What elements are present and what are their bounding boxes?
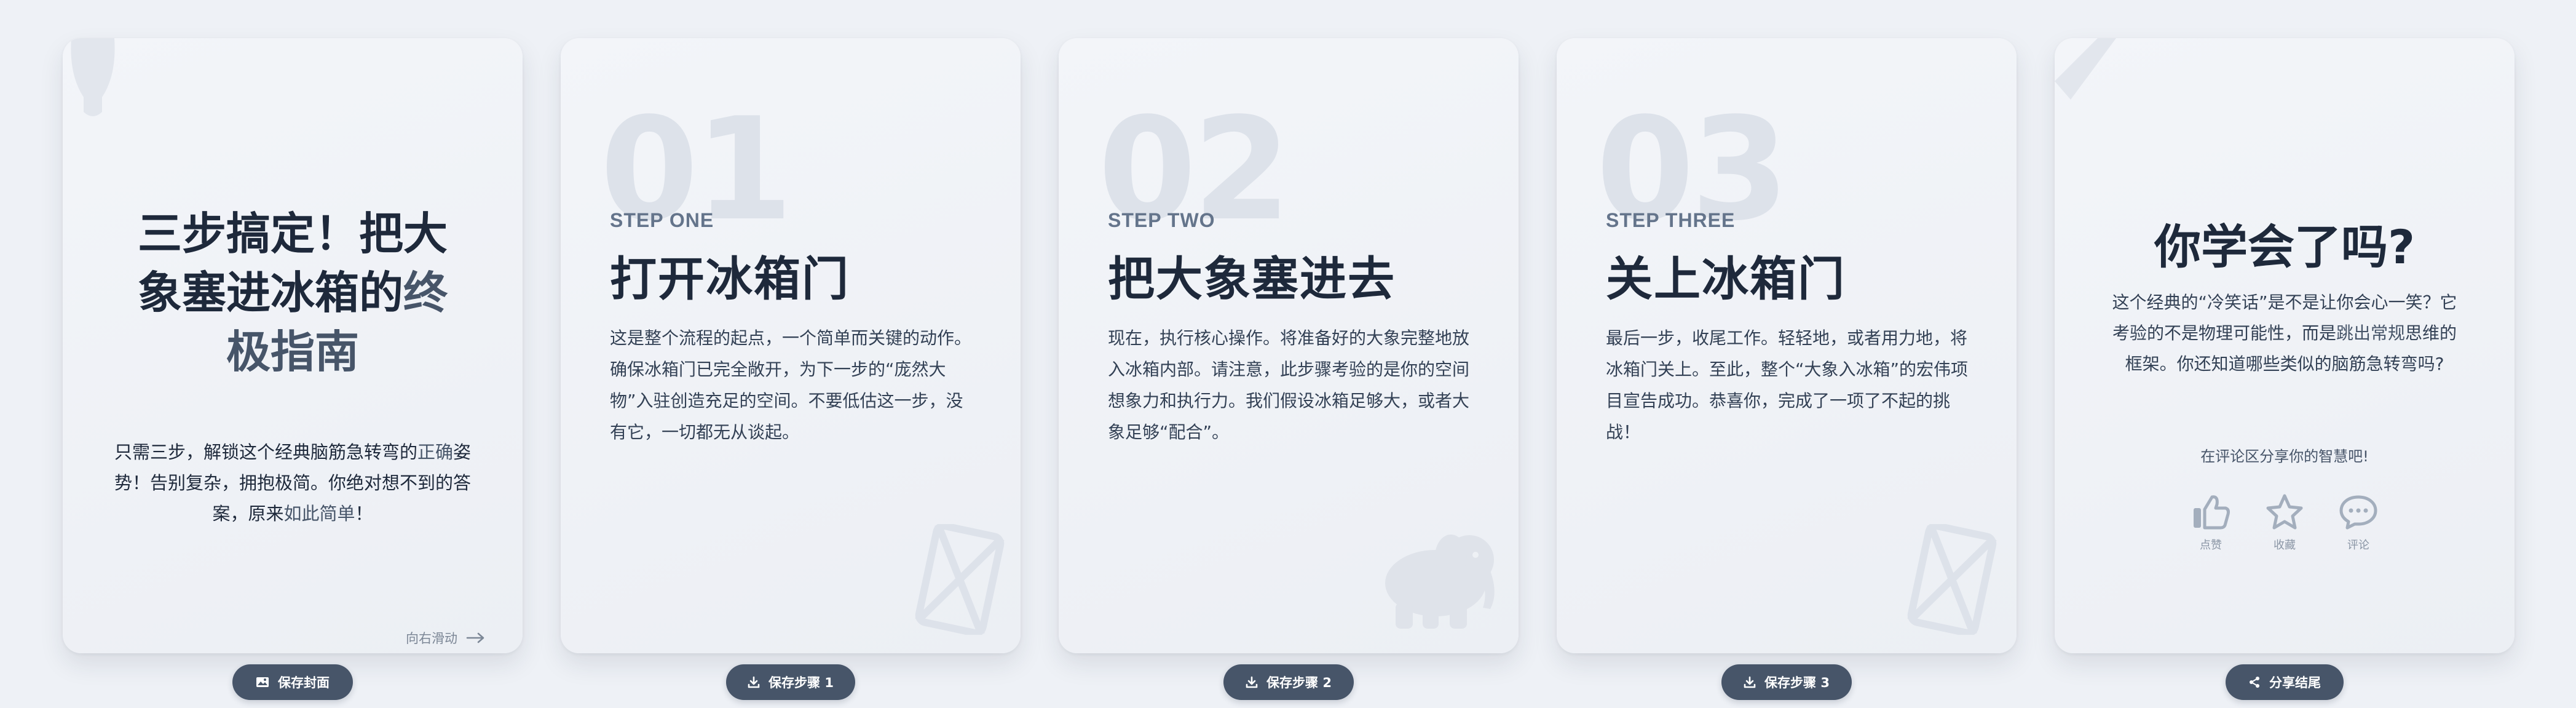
thumbs-up-icon (2194, 495, 2230, 530)
fridge-icon (915, 524, 1005, 635)
arrow-right-icon (466, 632, 484, 643)
step-label: STEP THREE (1606, 209, 1736, 231)
download-icon (1744, 676, 1756, 688)
save-step2-button[interactable]: 保存步骤 2 (1223, 664, 1354, 700)
step-description: 最后一步，收尾工作。轻轻地，或者用力地，将冰箱门关上。至此，整个“大象入冰箱”的… (1606, 328, 1969, 442)
fridge-icon (1907, 524, 1997, 635)
lightbulb-icon (71, 38, 115, 116)
comment-button[interactable]: 评论 (2339, 493, 2378, 552)
comment-icon (2339, 495, 2377, 530)
star-icon (2266, 494, 2303, 530)
step-title: 关上冰箱门 (1606, 252, 1846, 306)
save-step1-button[interactable]: 保存步骤 1 (726, 664, 855, 700)
step-description: 现在，执行核心操作。将准备好的大象完整地放入冰箱内部。请注意，此步骤考验的是你的… (1108, 328, 1470, 442)
favorite-label: 收藏 (2274, 539, 2296, 552)
swipe-hint: 向右滑动 (406, 629, 486, 647)
step-label: STEP ONE (610, 209, 714, 231)
pencil-icon (2055, 38, 2116, 100)
ending-description: 这个经典的“冷笑话”是不是让你会心一笑？它考验的不是物理可能性，而是跳出常规思维… (2112, 292, 2457, 374)
step-card-3: 03 STEP THREE 关上冰箱门 最后一步，收尾工作。轻轻地，或者用力地，… (1557, 38, 2017, 653)
cover-card: 三步搞定！把大 象塞进冰箱的终 极指南 只需三步，解锁这个经典脑筋急转弯的正确姿… (63, 38, 523, 653)
favorite-button[interactable]: 收藏 (2265, 493, 2304, 552)
cover-title: 三步搞定！把大 象塞进冰箱的终 极指南 (137, 208, 448, 378)
save-step3-label: 保存步骤 3 (1764, 675, 1830, 690)
comment-prompt: 在评论区分享你的智慧吧! (2200, 448, 2369, 465)
like-label: 点赞 (2200, 539, 2222, 552)
download-icon (1246, 676, 1258, 688)
save-cover-label: 保存封面 (278, 675, 330, 690)
download-icon (748, 676, 760, 688)
comment-label: 评论 (2347, 539, 2369, 552)
like-button[interactable]: 点赞 (2191, 493, 2230, 552)
step-description: 这是整个流程的起点，一个简单而关键的动作。确保冰箱门已完全敞开，为下一步的“庞然… (610, 328, 972, 442)
step-label: STEP TWO (1108, 209, 1215, 231)
step-card-2: 02 STEP TWO 把大象塞进去 现在，执行核心操作。将准备好的大象完整地放… (1059, 38, 1519, 653)
cover-description: 只需三步，解锁这个经典脑筋急转弯的正确姿势！告别复杂，拥抱极简。你绝对想不到的答… (114, 442, 472, 524)
save-step1-label: 保存步骤 1 (768, 675, 834, 690)
share-ending-label: 分享结尾 (2269, 675, 2321, 690)
step-card-1: 01 STEP ONE 打开冰箱门 这是整个流程的起点，一个简单而关键的动作。确… (561, 38, 1021, 653)
ending-title: 你学会了吗? (2154, 220, 2416, 274)
save-step2-label: 保存步骤 2 (1266, 675, 1332, 690)
save-cover-button[interactable]: 保存封面 (232, 664, 353, 700)
image-icon (256, 677, 269, 687)
elephant-icon (1385, 535, 1495, 629)
share-ending-button[interactable]: 分享结尾 (2226, 664, 2344, 700)
reaction-bar: 点赞 收藏 评论 (2055, 493, 2515, 552)
ending-card: 你学会了吗? 这个经典的“冷笑话”是不是让你会心一笑？它考验的不是物理可能性，而… (2055, 38, 2515, 653)
save-step3-button[interactable]: 保存步骤 3 (1721, 664, 1852, 700)
swipe-hint-label: 向右滑动 (406, 631, 457, 646)
step-title: 打开冰箱门 (610, 252, 850, 306)
share-icon (2250, 677, 2259, 688)
step-title: 把大象塞进去 (1108, 252, 1396, 306)
